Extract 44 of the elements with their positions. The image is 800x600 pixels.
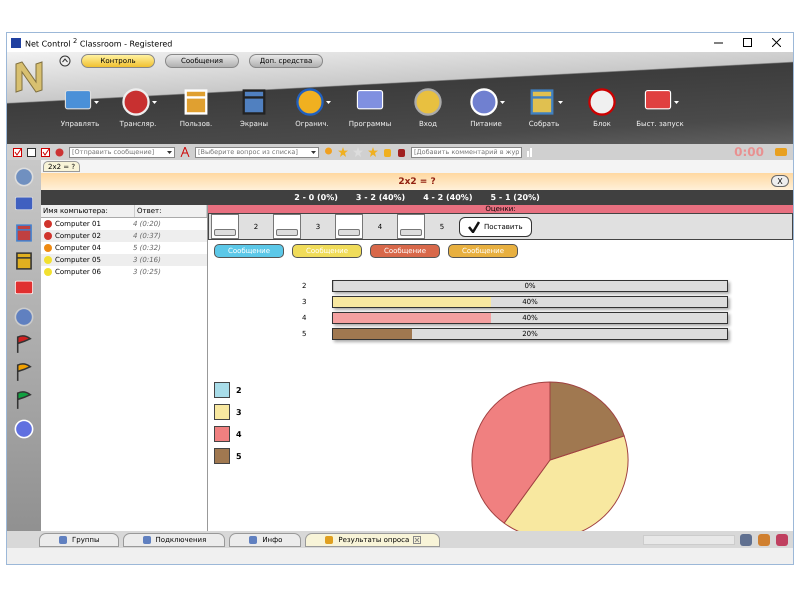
caret-icon — [500, 100, 504, 104]
caret-icon — [558, 100, 562, 104]
toolbar-button[interactable] — [468, 86, 504, 118]
question-title: 2x2 = ? — [398, 176, 436, 186]
summary-text: 3 - 2 (40%) — [356, 193, 406, 202]
grade-slot[interactable] — [397, 214, 425, 239]
close-icon[interactable] — [772, 38, 781, 47]
grade-slot[interactable] — [335, 214, 363, 239]
timer-text: 0:00 — [734, 145, 764, 159]
summary-text: 5 - 1 (20%) — [490, 193, 540, 202]
slider-track[interactable] — [643, 534, 735, 544]
caret-icon — [674, 100, 678, 104]
checkmark-icon — [468, 220, 480, 232]
legend-label: 3 — [236, 408, 242, 416]
caret-icon — [152, 100, 156, 104]
maximize-icon[interactable] — [743, 38, 752, 47]
close-button[interactable]: X — [771, 175, 789, 187]
window-title: Net Control $^{2}$ Classroom - Registered — [25, 36, 174, 48]
caret-icon — [167, 150, 172, 154]
tab-icon — [324, 534, 334, 544]
tab-icon — [248, 534, 258, 544]
font-icon[interactable] — [180, 147, 190, 157]
caret-icon — [311, 150, 316, 154]
star-icon[interactable] — [368, 147, 378, 157]
legend-label: 2 — [236, 386, 242, 394]
legend-label: 4 — [236, 430, 242, 438]
toolbar-button[interactable] — [294, 86, 330, 118]
grade-slot[interactable] — [211, 214, 239, 239]
checkbox-icon[interactable] — [13, 148, 22, 156]
tab-icon — [58, 534, 68, 544]
grade-slot[interactable] — [273, 214, 301, 239]
summary-text: 2 - 0 (0%) — [294, 193, 338, 202]
star-icon[interactable] — [338, 147, 348, 157]
square-icon[interactable] — [27, 148, 36, 156]
checkbox-icon[interactable] — [41, 148, 50, 156]
summary-text: 4 - 2 (40%) — [423, 193, 472, 202]
tab-icon — [142, 534, 152, 544]
toolbar-button[interactable] — [120, 86, 156, 118]
legend-label: 5 — [236, 452, 242, 460]
app-logo-icon — [11, 38, 21, 48]
logo-icon — [14, 60, 44, 94]
caret-icon — [326, 100, 330, 104]
collapse-icon[interactable] — [59, 55, 71, 67]
caret-icon — [94, 100, 98, 104]
